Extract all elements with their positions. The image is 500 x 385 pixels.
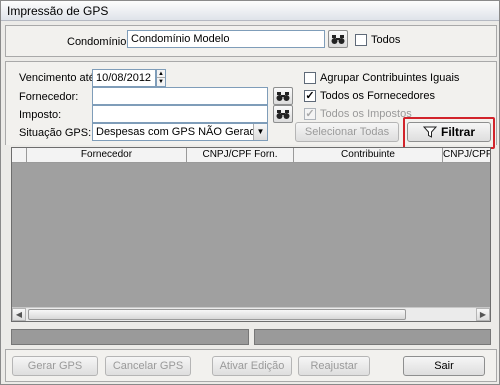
situacao-select[interactable]: Despesas com GPS NÃO Geradas ▼	[92, 123, 268, 141]
spin-up-icon[interactable]: ▲	[157, 70, 165, 78]
imposto-field[interactable]	[92, 105, 268, 123]
window-title: Impressão de GPS	[1, 1, 499, 21]
binoculars-icon	[276, 109, 290, 119]
grid-header: Fornecedor CNPJ/CPF Forn. Contribuinte C…	[12, 148, 490, 163]
filtrar-highlight	[403, 117, 495, 149]
grid-horizontal-scrollbar[interactable]: ◀ ▶	[12, 307, 490, 321]
grid-column-contribuinte[interactable]: Contribuinte	[293, 148, 442, 163]
agrupar-checkbox[interactable]	[304, 72, 316, 84]
binoculars-icon	[331, 34, 345, 44]
agrupar-label: Agrupar Contribuintes Iguais	[320, 72, 460, 84]
gps-print-window: Impressão de GPS Condomínio: Condomínio …	[0, 0, 500, 385]
sair-button[interactable]: Sair	[403, 356, 485, 376]
reajustar-button[interactable]: Reajustar	[298, 356, 370, 376]
cancelar-gps-button[interactable]: Cancelar GPS	[105, 356, 191, 376]
condominio-label: Condomínio:	[67, 36, 130, 48]
selecionar-todas-button[interactable]: Selecionar Todas	[295, 122, 399, 142]
gerar-gps-button[interactable]: Gerar GPS	[12, 356, 98, 376]
todos-checkbox[interactable]	[355, 34, 367, 46]
chevron-down-icon[interactable]: ▼	[253, 124, 267, 140]
todos-label: Todos	[371, 34, 401, 46]
todos-impostos-checkbox: ✓	[304, 108, 316, 120]
status-panel-right	[254, 329, 491, 345]
vencimento-field[interactable]: 10/08/2012	[92, 69, 156, 87]
spin-down-icon[interactable]: ▼	[157, 78, 165, 86]
scroll-right-icon[interactable]: ▶	[476, 308, 490, 321]
todos-impostos-label: Todos os Impostos	[320, 108, 412, 120]
grid-column-cnpj-forn[interactable]: CNPJ/CPF Forn.	[186, 148, 293, 163]
situacao-value: Despesas com GPS NÃO Geradas	[96, 126, 268, 138]
ativar-edicao-button[interactable]: Ativar Edição	[212, 356, 292, 376]
fornecedor-field[interactable]	[92, 87, 268, 105]
status-panel-left	[11, 329, 249, 345]
binoculars-icon	[276, 91, 290, 101]
condominio-field[interactable]: Condomínio Modelo	[127, 30, 325, 48]
todos-fornecedores-label: Todos os Fornecedores	[320, 90, 435, 102]
todos-fornecedores-checkbox[interactable]: ✓	[304, 90, 316, 102]
situacao-label: Situação GPS:	[19, 127, 92, 139]
condominio-search-button[interactable]	[328, 30, 348, 48]
vencimento-spinner[interactable]: ▲ ▼	[156, 69, 166, 87]
fornecedor-label: Fornecedor:	[19, 91, 79, 103]
grid-indicator-column	[12, 148, 26, 163]
scroll-thumb[interactable]	[28, 309, 406, 320]
grid-column-cnpj-cpf[interactable]: CNPJ/CPF	[442, 148, 490, 163]
grid-column-fornecedor[interactable]: Fornecedor	[26, 148, 186, 163]
fornecedor-search-button[interactable]	[273, 87, 293, 105]
vencimento-label: Vencimento até:	[19, 72, 98, 84]
imposto-search-button[interactable]	[273, 105, 293, 123]
imposto-label: Imposto:	[19, 109, 62, 121]
condominio-panel: Condomínio: Condomínio Modelo Todos	[5, 25, 497, 57]
gps-grid[interactable]: Fornecedor CNPJ/CPF Forn. Contribuinte C…	[11, 147, 491, 322]
scroll-left-icon[interactable]: ◀	[12, 308, 26, 321]
